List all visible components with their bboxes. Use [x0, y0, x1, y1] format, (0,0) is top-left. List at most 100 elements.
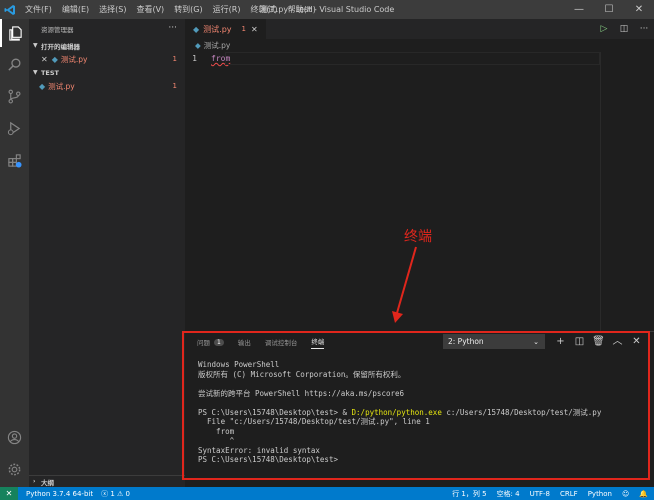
terminal-line: 尝试新的跨平台 PowerShell https://aka.ms/pscore… [198, 388, 405, 398]
menu-edit[interactable]: 编辑(E) [57, 0, 94, 19]
language-mode[interactable]: Python [588, 490, 612, 498]
search-icon[interactable] [0, 50, 29, 78]
split-editor-icon[interactable]: ◫ [614, 24, 634, 34]
tab-problems-label: 问题 [197, 339, 210, 347]
source-control-icon[interactable] [0, 82, 29, 110]
file-tree-item[interactable]: ◆ 测试.py 1 [29, 79, 185, 93]
run-debug-icon[interactable] [0, 114, 29, 142]
remote-icon[interactable]: ✕ [0, 487, 18, 500]
run-file-icon[interactable]: ▷ [594, 24, 614, 34]
window-controls: — ☐ ✕ [564, 0, 654, 19]
tab-terminal[interactable]: 终端 [311, 336, 325, 349]
annotation-label: 终端 [404, 229, 432, 245]
workspace-folder-section[interactable]: ▼ TEST [29, 66, 185, 79]
menu-file[interactable]: 文件(F) [20, 0, 57, 19]
python-file-icon: ◆ [195, 41, 201, 50]
python-exe-path: D:/python/python.exe [351, 407, 442, 417]
chevron-down-icon: ▼ [33, 42, 38, 49]
new-terminal-button[interactable]: + [551, 334, 570, 350]
cursor-position[interactable]: 行 1，列 5 [452, 489, 486, 499]
problem-count: 1 [172, 82, 177, 90]
indentation[interactable]: 空格: 4 [497, 489, 520, 499]
menu-run[interactable]: 运行(R) [208, 0, 246, 19]
python-file-icon: ◆ [51, 54, 58, 64]
terminal-select[interactable]: 2: Python ⌄ [443, 334, 545, 349]
terminal-line: ^ [198, 436, 235, 445]
editor-actions: ▷ ◫ ··· [594, 19, 654, 39]
status-bar: ✕ Python 3.7.4 64-bit ⓧ 1 ⚠ 0 行 1，列 5 空格… [0, 487, 654, 500]
menu-view[interactable]: 查看(V) [131, 0, 169, 19]
breadcrumb[interactable]: ◆ 测试.py [185, 39, 654, 52]
extensions-icon[interactable] [0, 146, 29, 174]
status-right: 行 1，列 5 空格: 4 UTF-8 CRLF Python ☺ 🔔 [442, 487, 648, 500]
explorer-title: 资源管理器 [41, 26, 74, 34]
workspace-folder-label: TEST [41, 68, 59, 77]
menu-go[interactable]: 转到(G) [169, 0, 207, 19]
title-bar: 文件(F) 编辑(E) 选择(S) 查看(V) 转到(G) 运行(R) 终端(T… [0, 0, 654, 19]
menu-terminal[interactable]: 终端(T) [245, 0, 282, 19]
more-actions-icon[interactable]: ··· [634, 24, 654, 34]
open-editors-section[interactable]: ▼ 打开的编辑器 [29, 39, 185, 52]
panel-actions: + ◫ 🗑 ︿ ✕ [551, 334, 646, 350]
encoding[interactable]: UTF-8 [530, 490, 550, 498]
bell-icon[interactable]: 🔔 [639, 490, 648, 498]
settings-gear-icon[interactable] [0, 455, 29, 483]
current-line-highlight [225, 52, 600, 65]
explorer-sidebar: 资源管理器 ··· ▼ 打开的编辑器 ✕ ◆ 测试.py 1 ▼ TEST ◆ … [29, 19, 185, 487]
tab-filename: 测试.py [203, 24, 232, 34]
minimize-button[interactable]: — [564, 0, 594, 19]
python-file-icon: ◆ [39, 81, 46, 91]
terminal-command-line: PS C:\Users\15748\Desktop\test> & D:/pyt… [198, 408, 654, 418]
terminal-panel: 问题 1 输出 调试控制台 终端 2: Python ⌄ + ◫ 🗑 ︿ ✕ W… [185, 331, 654, 487]
tab-problems[interactable]: 问题 1 [197, 337, 224, 347]
open-editor-filename: 测试.py [60, 54, 88, 64]
chevron-down-icon: ⌄ [533, 337, 539, 346]
menu-help[interactable]: 帮助(H) [283, 0, 321, 19]
split-terminal-button[interactable]: ◫ [570, 334, 589, 350]
end-of-line[interactable]: CRLF [560, 490, 578, 498]
activity-bar [0, 19, 29, 487]
problem-count: 1 [172, 55, 177, 63]
editor-tab-bar: ◆ 测试.py 1 ✕ ▷ ◫ ··· [185, 19, 654, 39]
account-icon[interactable] [0, 423, 29, 451]
script-path: c:/Users/15748/Desktop/test/测试.py [441, 407, 602, 417]
files-icon[interactable] [0, 19, 29, 47]
outline-label: 大纲 [41, 478, 54, 487]
tab-output[interactable]: 输出 [238, 337, 251, 347]
breadcrumb-filename: 测试.py [203, 41, 231, 50]
maximize-button[interactable]: ☐ [594, 0, 624, 19]
menu-bar: 文件(F) 编辑(E) 选择(S) 查看(V) 转到(G) 运行(R) 终端(T… [20, 0, 321, 19]
tab-problem-count: 1 [241, 25, 246, 33]
close-tab-icon[interactable]: ✕ [251, 25, 258, 34]
problems-badge: 1 [214, 338, 224, 346]
terminal-select-value: 2: Python [448, 337, 484, 346]
close-icon[interactable]: ✕ [41, 55, 48, 64]
terminal-output[interactable]: Windows PowerShell 版权所有 (C) Microsoft Cor… [185, 352, 654, 465]
menu-selection[interactable]: 选择(S) [94, 0, 131, 19]
python-file-icon: ◆ [193, 24, 200, 34]
close-window-button[interactable]: ✕ [624, 0, 654, 19]
terminal-line: Windows PowerShell [198, 360, 280, 369]
trash-icon[interactable]: 🗑 [589, 334, 608, 350]
chevron-right-icon: › [33, 478, 36, 485]
problems-status[interactable]: ⓧ 1 ⚠ 0 [101, 489, 130, 499]
file-tree-filename: 测试.py [48, 81, 75, 91]
terminal-prompt: PS C:\Users\15748\Desktop\test> & [198, 407, 352, 417]
open-editor-item[interactable]: ✕ ◆ 测试.py 1 [29, 52, 185, 66]
terminal-line: from [198, 426, 235, 436]
annotation-arrow-icon [392, 246, 417, 323]
maximize-panel-button[interactable]: ︿ [608, 334, 627, 350]
outline-section[interactable]: › 大纲 [29, 475, 185, 487]
python-interpreter[interactable]: Python 3.7.4 64-bit [26, 490, 93, 498]
minimap-divider [600, 52, 601, 332]
chevron-down-icon: ▼ [33, 69, 38, 76]
tab-debug-console[interactable]: 调试控制台 [265, 337, 298, 347]
terminal-line: 版权所有 (C) Microsoft Corporation。保留所有权利。 [198, 369, 406, 379]
editor-tab[interactable]: ◆ 测试.py 1 ✕ [185, 19, 266, 39]
open-editors-label: 打开的编辑器 [41, 42, 80, 51]
terminal-line: File "c:/Users/15748/Desktop/test/测试.py"… [198, 417, 430, 426]
close-panel-button[interactable]: ✕ [627, 334, 646, 350]
more-actions-icon[interactable]: ··· [168, 23, 177, 33]
feedback-icon[interactable]: ☺ [622, 490, 629, 498]
